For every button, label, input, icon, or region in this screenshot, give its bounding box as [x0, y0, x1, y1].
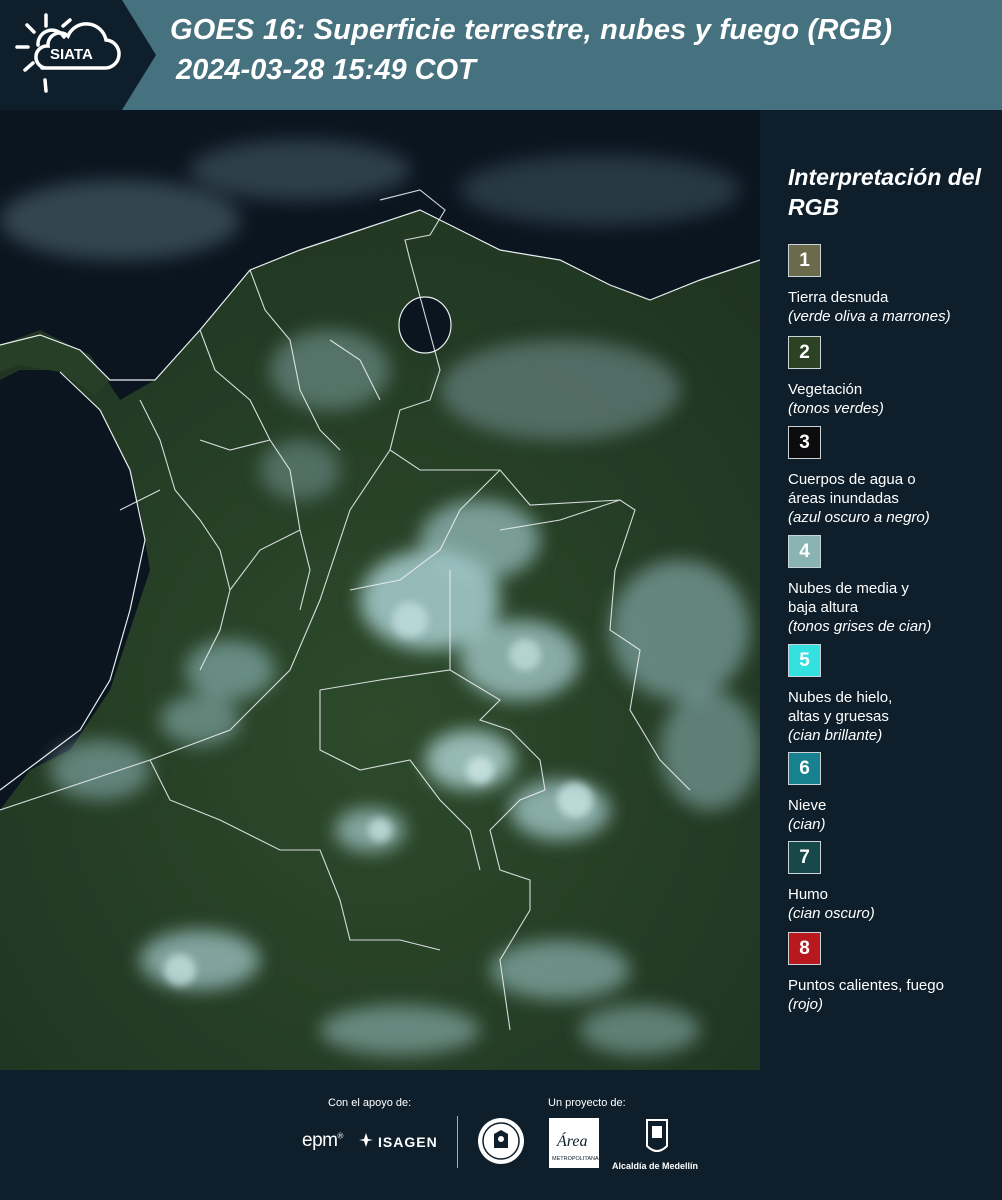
- legend-swatch: 3: [788, 426, 821, 459]
- area-logo-sub: METROPOLITANA: [552, 1156, 599, 1162]
- legend-desc: (rojo): [788, 996, 824, 1013]
- legend-item: 5 Nubes de hielo, altas y gruesas (cian …: [788, 644, 998, 745]
- legend-label: Nieve: [788, 797, 827, 814]
- legend-item: 2 Vegetación (tonos verdes): [788, 336, 998, 418]
- timestamp: 2024-03-28 15:49 COT: [176, 54, 476, 86]
- legend-label: Tierra desnuda: [788, 289, 889, 306]
- legend-swatch: 5: [788, 644, 821, 677]
- area-metropolitana-logo: Área METROPOLITANA: [549, 1118, 599, 1168]
- legend-item: 1 Tierra desnuda (verde oliva a marrones…: [788, 244, 998, 326]
- project-label: Un proyecto de:: [548, 1097, 626, 1109]
- legend-label: Humo: [788, 886, 829, 903]
- legend-swatch: 4: [788, 535, 821, 568]
- isagen-icon: [359, 1133, 373, 1147]
- legend-label: Puntos calientes, fuego: [788, 977, 944, 994]
- support-label: Con el apoyo de:: [328, 1097, 412, 1109]
- epm-logo: epm®: [302, 1130, 343, 1151]
- area-logo-text: Área: [556, 1131, 588, 1150]
- legend-item: 3 Cuerpos de agua o áreas inundadas (azu…: [788, 426, 998, 527]
- legend-label: Vegetación: [788, 381, 863, 398]
- siata-logo: SIATA: [0, 0, 156, 110]
- legend-item: 4 Nubes de media y baja altura (tonos gr…: [788, 535, 998, 636]
- legend-item: 8 Puntos calientes, fuego (rojo): [788, 932, 998, 1014]
- epm-logo-text: epm: [302, 1130, 338, 1151]
- satellite-map: [0, 110, 760, 1070]
- alcaldia-logo-text: Alcaldía de Medellín: [612, 1161, 699, 1171]
- legend-desc: (verde oliva a marrones): [788, 308, 951, 325]
- legend-desc: (cian brillante): [788, 727, 883, 744]
- legend-desc: (tonos grises de cian): [788, 618, 932, 635]
- legend-title: Interpretación del RGB: [788, 164, 981, 220]
- legend-panel: Interpretación del RGB 1 Tierra desnuda …: [762, 110, 1002, 1070]
- legend-label: Nubes de hielo, altas y gruesas: [788, 689, 893, 725]
- footer: Con el apoyo de: Un proyecto de: epm® IS…: [0, 1070, 1002, 1200]
- legend-desc: (azul oscuro a negro): [788, 509, 930, 526]
- legend-swatch: 6: [788, 752, 821, 785]
- legend-desc: (cian oscuro): [788, 905, 875, 922]
- legend-item: 6 Nieve (cian): [788, 752, 998, 834]
- legend-desc: (cian): [788, 816, 826, 833]
- legend-swatch: 2: [788, 336, 821, 369]
- legend-swatch: 7: [788, 841, 821, 874]
- university-seal-icon: [478, 1118, 524, 1164]
- legend-label: Nubes de media y baja altura: [788, 580, 909, 616]
- legend-swatch: 1: [788, 244, 821, 277]
- legend-item: 7 Humo (cian oscuro): [788, 841, 998, 923]
- alcaldia-shield-icon: [646, 1119, 668, 1152]
- header-bar: SIATA GOES 16: Superficie terrestre, nub…: [0, 0, 1002, 110]
- page-title: GOES 16: Superficie terrestre, nubes y f…: [170, 14, 893, 46]
- legend-label: Cuerpos de agua o áreas inundadas: [788, 471, 916, 507]
- isagen-logo: ISAGEN: [378, 1134, 438, 1150]
- legend-desc: (tonos verdes): [788, 400, 884, 417]
- siata-logo-text: SIATA: [50, 46, 93, 63]
- footer-divider: [457, 1116, 458, 1168]
- legend-swatch: 8: [788, 932, 821, 965]
